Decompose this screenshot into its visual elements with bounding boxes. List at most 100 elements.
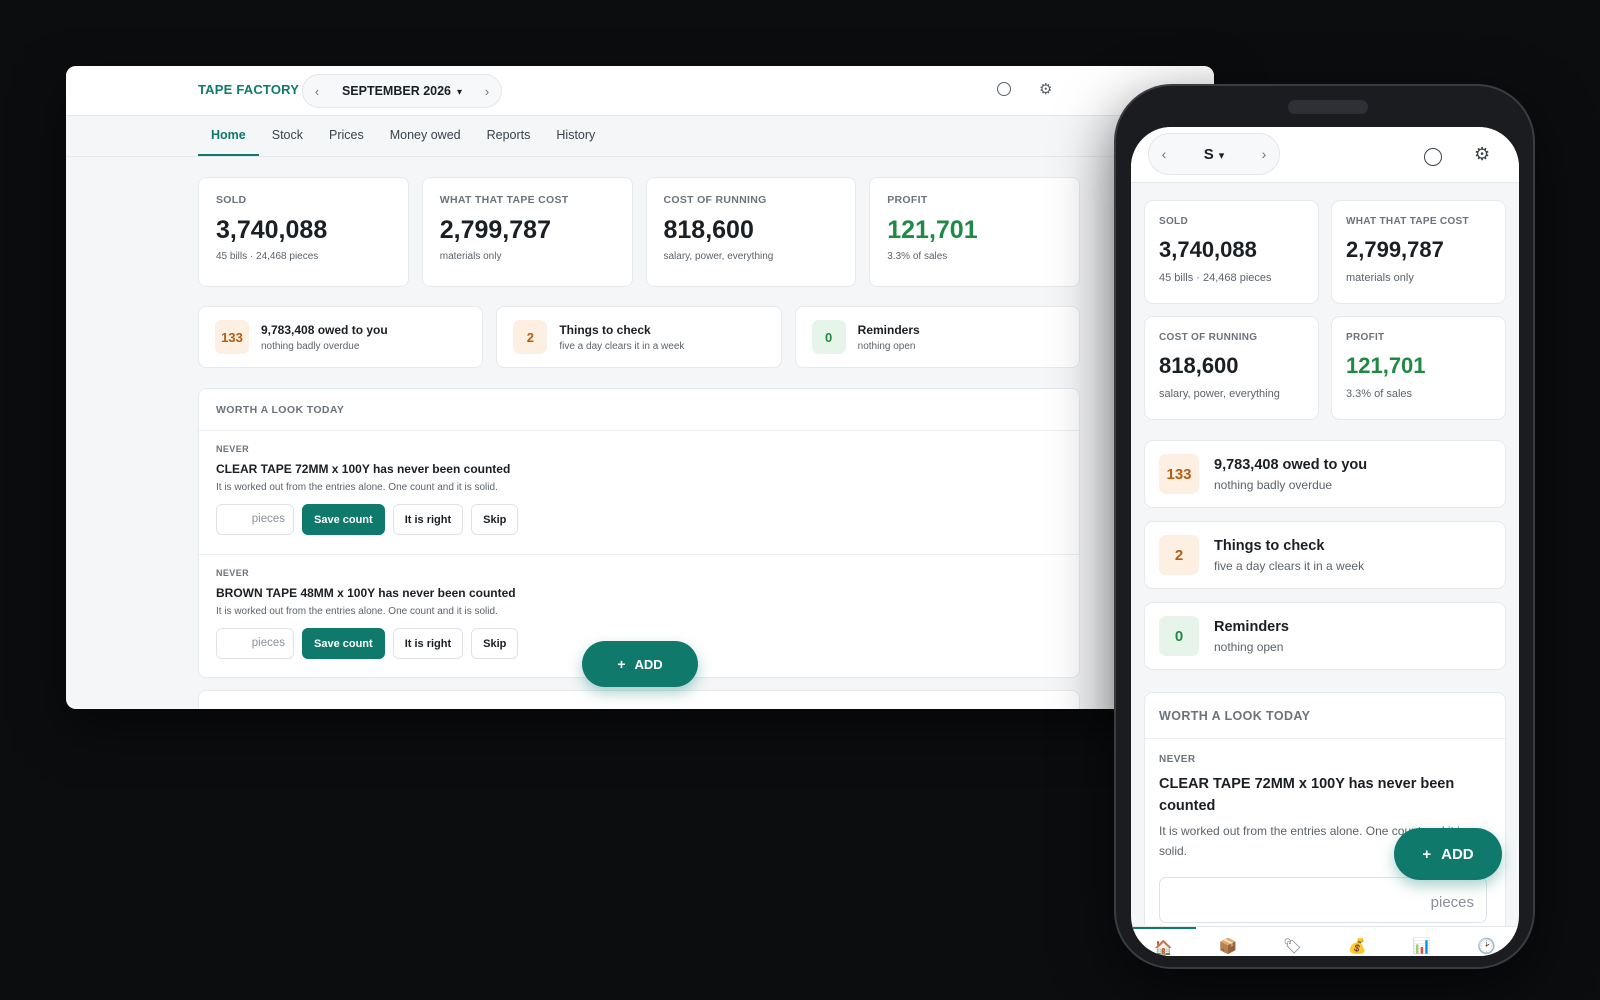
tab-bar: Home Stock Prices Money owed Reports His… [198,116,608,156]
skip-button[interactable]: Skip [471,504,519,535]
save-count-button[interactable]: Save count [302,504,385,535]
chevron-down-icon: ▾ [1218,149,1225,162]
kpi-value: 2,799,787 [1346,237,1444,262]
next-month-button[interactable]: › [473,84,501,99]
bottom-nav: 🏠 📦 🏷 💰 📊 🕑 [1131,926,1519,956]
kpi-sub: 3.3% of sales [1346,388,1413,400]
list-item: NEVER CLEAR TAPE 72MM x 100Y has never b… [199,431,1079,555]
count-badge: 0 [811,320,846,354]
status-circle-icon[interactable] [997,82,1011,96]
month-picker[interactable]: ‹ SEPTEMBER 2026 ▾ › [302,74,502,108]
count-badge: 133 [1159,454,1199,494]
it-is-right-button[interactable]: It is right [392,504,464,535]
plus-icon: + [1422,845,1432,863]
save-count-button[interactable]: Save count [302,628,385,659]
pieces-input[interactable]: pieces [1159,877,1487,923]
stat-reminders[interactable]: 0 Reminders nothing open [1144,602,1506,670]
phone-frame: ‹ S ▾ › ⚙ SOLD 3,740,088 45 bills · 24,46… [1114,84,1535,969]
kpi-sub: salary, power, everything [1159,388,1280,400]
kpi-sub: materials only [1346,272,1414,284]
stat-owed[interactable]: 133 9,783,408 owed to you nothing badly … [1144,440,1506,508]
kpi-label: COST OF RUNNING [663,194,767,206]
it-is-right-button[interactable]: It is right [392,628,464,659]
tag-icon[interactable]: 🏷 [1260,927,1325,956]
stats-list: 133 9,783,408 owed to you nothing badly … [1144,440,1506,683]
kpi-value: 3,740,088 [216,216,328,244]
kpi-grid: SOLD 3,740,088 45 bills · 24,468 pieces … [1144,200,1506,420]
count-badge: 133 [215,320,249,354]
count-badge: 2 [513,320,548,354]
item-desc: It is worked out from the entries alone.… [216,482,498,493]
pieces-input[interactable]: pieces [216,628,294,659]
add-label: ADD [634,656,663,672]
kpi-sold[interactable]: SOLD 3,740,088 45 bills · 24,468 pieces [198,177,409,287]
kpi-sub: materials only [439,251,502,262]
stat-sub: nothing badly overdue [261,340,360,352]
clock-icon[interactable]: 🕑 [1454,927,1519,956]
skip-button[interactable]: Skip [471,628,519,659]
stat-owed[interactable]: 133 9,783,408 owed to you nothing badly … [198,306,484,368]
chart-icon[interactable]: 📊 [1390,927,1455,956]
stat-title: Things to check [559,322,651,337]
kpi-row: SOLD 3,740,088 45 bills · 24,468 pieces … [198,177,1080,287]
kpi-sub: 45 bills · 24,468 pieces [216,251,319,262]
pieces-input[interactable]: pieces [216,504,294,535]
count-badge: 2 [1159,535,1199,575]
kpi-profit[interactable]: PROFIT 121,701 3.3% of sales [869,177,1080,287]
brand-logo[interactable]: TAPE FACTORY [198,82,299,97]
stat-title: 9,783,408 owed to you [1214,456,1368,473]
add-label: ADD [1441,845,1474,863]
month-picker[interactable]: ‹ S ▾ › [1148,133,1280,175]
kpi-value: 2,799,787 [439,216,551,244]
gear-icon[interactable]: ⚙ [1039,82,1052,97]
kpi-label: PROFIT [1346,332,1385,343]
worth-a-look-card: WORTH A LOOK TODAY NEVER CLEAR TAPE 72MM… [1144,692,1506,952]
stat-title: Reminders [857,322,920,337]
plus-icon: + [617,656,626,672]
add-button[interactable]: + ADD [582,641,698,687]
kpi-label: PROFIT [887,194,928,206]
tab-prices[interactable]: Prices [316,116,377,156]
kpi-sub: 45 bills · 24,468 pieces [1159,272,1272,284]
kpi-tape-cost[interactable]: WHAT THAT TAPE COST 2,799,787 materials … [1331,200,1506,304]
prev-month-button[interactable]: ‹ [1149,146,1179,162]
status-circle-icon[interactable] [1424,148,1442,166]
stat-reminders[interactable]: 0 Reminders nothing open [794,306,1080,368]
kpi-cost-of-running[interactable]: COST OF RUNNING 818,600 salary, power, e… [1144,316,1319,420]
kpi-value: 3,740,088 [1159,237,1257,262]
kpi-sub: 3.3% of sales [887,251,948,262]
stats-row: 133 9,783,408 owed to you nothing badly … [198,306,1080,368]
stat-sub: five a day clears it in a week [1214,558,1365,573]
stat-sub: five a day clears it in a week [559,340,685,352]
stat-things-to-check[interactable]: 2 Things to check five a day clears it i… [496,306,782,368]
item-title: BROWN TAPE 48MM x 100Y has never been co… [216,586,516,600]
kpi-tape-cost[interactable]: WHAT THAT TAPE COST 2,799,787 materials … [421,177,633,287]
money-bag-icon[interactable]: 💰 [1325,927,1390,956]
tab-stock[interactable]: Stock [259,116,316,156]
tab-home[interactable]: Home [198,116,259,156]
kpi-value: 121,701 [1346,353,1426,378]
gear-icon[interactable]: ⚙ [1474,145,1490,163]
month-label[interactable]: SEPTEMBER 2026 ▾ [331,84,473,98]
stat-title: 9,783,408 owed to you [261,322,388,337]
prev-month-button[interactable]: ‹ [303,84,331,99]
tab-history[interactable]: History [543,116,608,156]
kpi-cost-of-running[interactable]: COST OF RUNNING 818,600 salary, power, e… [645,177,857,287]
month-label[interactable]: S ▾ [1179,146,1249,163]
kpi-sold[interactable]: SOLD 3,740,088 45 bills · 24,468 pieces [1144,200,1319,304]
kpi-value: 121,701 [887,216,978,244]
kpi-profit[interactable]: PROFIT 121,701 3.3% of sales [1331,316,1506,420]
tab-reports[interactable]: Reports [474,116,544,156]
top-bar: ‹ S ▾ › ⚙ [1131,127,1519,183]
add-button[interactable]: + ADD [1394,828,1502,880]
stat-things-to-check[interactable]: 2 Things to check five a day clears it i… [1144,521,1506,589]
tab-money-owed[interactable]: Money owed [377,116,474,156]
box-icon[interactable]: 📦 [1196,927,1261,956]
desktop-window: TAPE FACTORY ‹ SEPTEMBER 2026 ▾ › ⚙ Home … [66,66,1214,709]
next-month-button[interactable]: › [1249,146,1279,162]
kpi-value: 818,600 [663,216,754,244]
item-desc: It is worked out from the entries alone.… [216,606,498,617]
kpi-value: 818,600 [1159,353,1239,378]
home-icon[interactable]: 🏠 [1131,927,1196,956]
kpi-sub: salary, power, everything [663,251,774,262]
